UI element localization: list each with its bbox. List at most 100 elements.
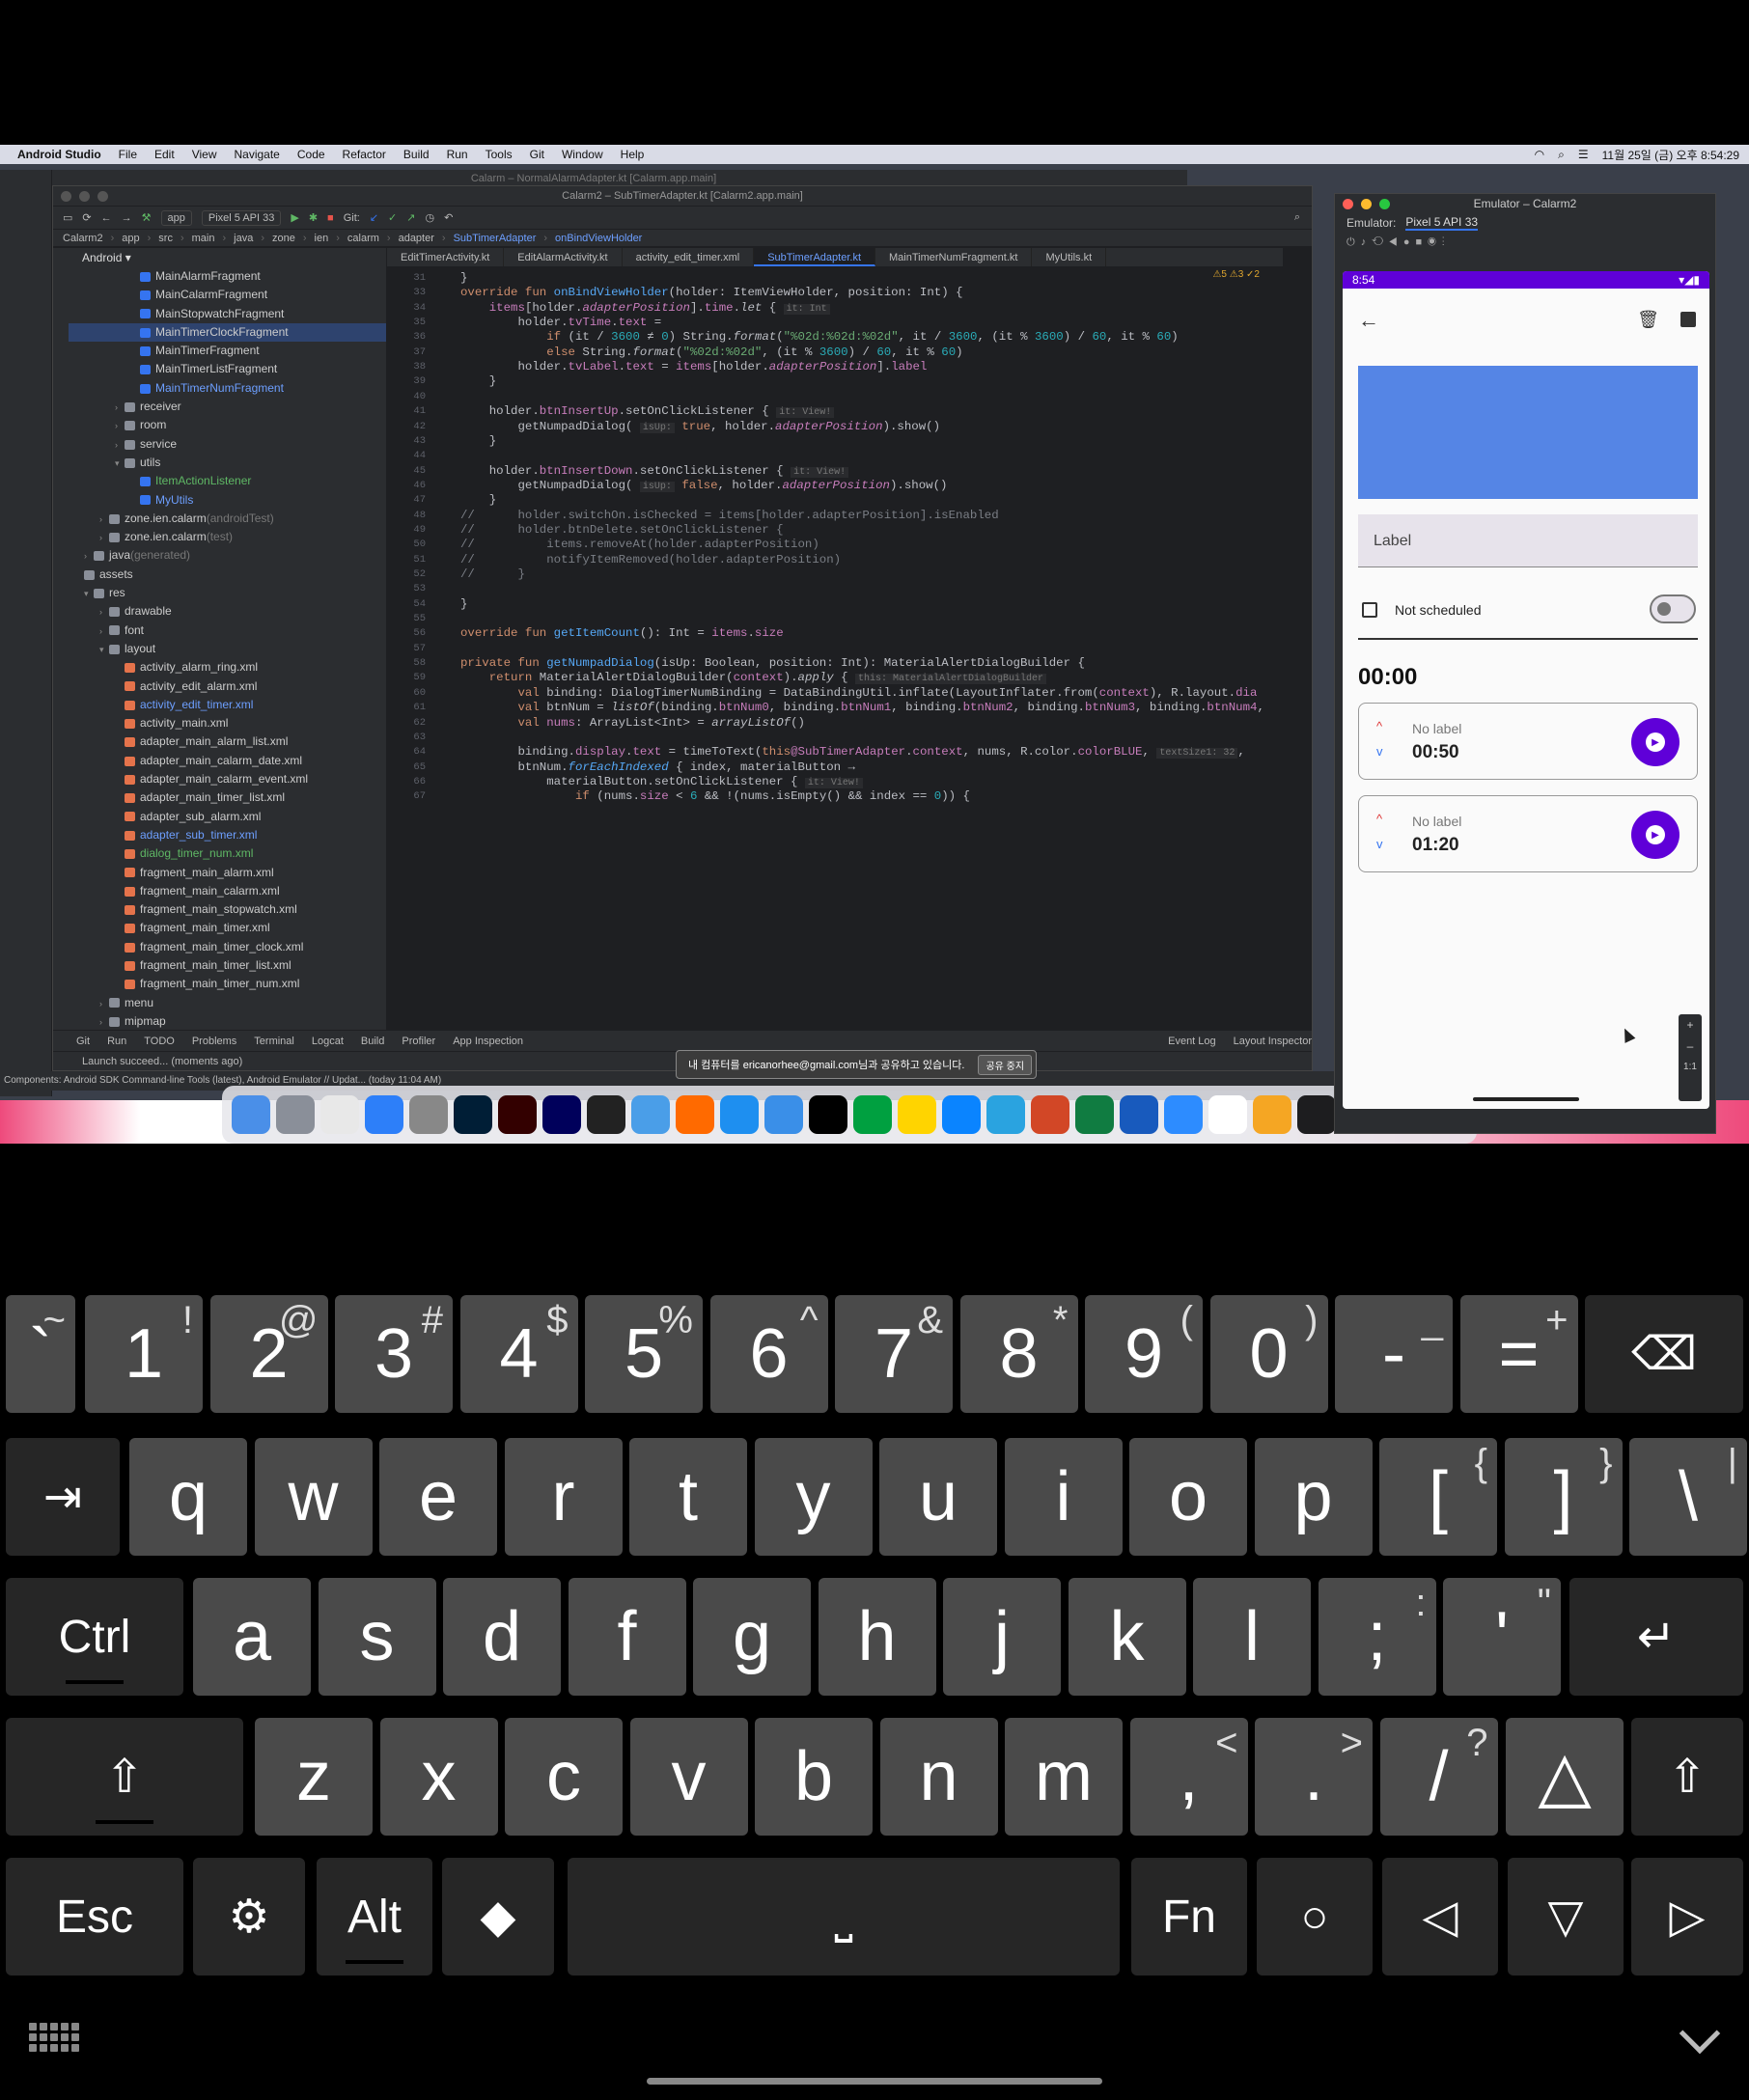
- dock-app-launchpad[interactable]: [276, 1095, 315, 1134]
- schedule-toggle[interactable]: [1650, 594, 1696, 623]
- tree-item[interactable]: MainAlarmFragment: [53, 267, 386, 286]
- tree-item[interactable]: adapter_main_timer_list.xml: [53, 788, 386, 807]
- key-][interactable]: ]}: [1504, 1438, 1623, 1556]
- tool-terminal[interactable]: Terminal: [254, 1036, 294, 1047]
- menu-build[interactable]: Build: [403, 148, 430, 161]
- save-icon[interactable]: ▭: [63, 211, 72, 224]
- tree-item[interactable]: › java(generated): [53, 546, 386, 565]
- close-icon[interactable]: [1343, 199, 1353, 209]
- tree-item[interactable]: › menu: [53, 994, 386, 1012]
- key-10-r3[interactable]: ' ": [1443, 1578, 1561, 1696]
- fn-key[interactable]: Fn: [1131, 1858, 1247, 1976]
- tab-edittimeractivity-kt[interactable]: EditTimerActivity.kt: [387, 248, 505, 266]
- tool-layout-inspector[interactable]: Layout Inspector: [1234, 1036, 1312, 1047]
- tree-item[interactable]: › zone.ien.calarm(androidTest): [53, 510, 386, 528]
- code-line[interactable]: items[holder.adapterPosition].time.let {…: [460, 301, 830, 315]
- tree-item[interactable]: activity_alarm_ring.xml: [53, 658, 386, 677]
- tree-item[interactable]: dialog_timer_num.xml: [53, 844, 386, 863]
- chevron-icon[interactable]: ▾: [115, 455, 125, 473]
- code-line[interactable]: }: [460, 434, 496, 448]
- tree-item[interactable]: ItemActionListener: [53, 472, 386, 490]
- control-center-icon[interactable]: ☰: [1578, 148, 1589, 161]
- chevron-icon[interactable]: ›: [99, 511, 109, 529]
- menu-code[interactable]: Code: [297, 148, 325, 161]
- code-line[interactable]: return MaterialAlertDialogBuilder(contex…: [460, 671, 1047, 685]
- build-hammer-icon[interactable]: ⚒: [142, 211, 152, 224]
- tree-item[interactable]: adapter_main_alarm_list.xml: [53, 732, 386, 751]
- tree-item[interactable]: fragment_main_timer.xml: [53, 919, 386, 937]
- chevron-icon[interactable]: ›: [99, 529, 109, 547]
- code-line[interactable]: private fun getNumpadDialog(isUp: Boolea…: [460, 656, 1085, 670]
- tree-item[interactable]: › zone.ien.calarm(test): [53, 528, 386, 546]
- maximize-icon[interactable]: [97, 191, 108, 202]
- chevron-icon[interactable]: ›: [115, 436, 125, 455]
- code-line[interactable]: // }: [460, 567, 525, 581]
- chevron-icon[interactable]: ▾: [84, 585, 94, 603]
- key-6-r4[interactable]: m: [1005, 1718, 1123, 1836]
- code-line[interactable]: // items.removeAt(holder.adapterPosition…: [460, 538, 819, 551]
- code-line[interactable]: else String.format("%02d:%02d", (it % 36…: [460, 345, 962, 359]
- menubar-datetime[interactable]: 11월 25일 (금) 오후 8:54:29: [1602, 147, 1739, 163]
- code-line[interactable]: materialButton.setOnClickListener { it: …: [460, 775, 863, 788]
- sync-icon[interactable]: ⟳: [82, 211, 91, 224]
- dock-app-notion[interactable]: [1208, 1095, 1247, 1134]
- down-arrow-key[interactable]: ▽: [1508, 1858, 1624, 1976]
- tree-item[interactable]: › receiver: [53, 398, 386, 416]
- maximize-icon[interactable]: [1379, 199, 1390, 209]
- code-line[interactable]: val nums: ArrayList<Int> = arrayListOf(): [460, 716, 805, 730]
- home-nav-icon[interactable]: ●: [1403, 236, 1416, 248]
- dock-app-terminal[interactable]: [587, 1095, 625, 1134]
- tree-item[interactable]: adapter_main_calarm_event.xml: [53, 770, 386, 788]
- overview-icon[interactable]: ■: [1415, 236, 1428, 248]
- rotate-icon[interactable]: ⟲: [1372, 236, 1389, 248]
- tree-item[interactable]: › mipmap: [53, 1012, 386, 1031]
- tree-item[interactable]: MainTimerListFragment: [53, 360, 386, 378]
- tree-item[interactable]: fragment_main_stopwatch.xml: [53, 900, 386, 919]
- key-7-r4[interactable]: , <: [1129, 1718, 1248, 1836]
- key-6[interactable]: 6 ^: [709, 1295, 828, 1413]
- menu-run[interactable]: Run: [447, 148, 468, 161]
- code-line[interactable]: }: [460, 493, 496, 507]
- history-icon[interactable]: ◷: [425, 211, 434, 224]
- tree-item[interactable]: fragment_main_alarm.xml: [53, 864, 386, 882]
- code-line[interactable]: btnNum.forEachIndexed { index, materialB…: [460, 760, 855, 774]
- code-line[interactable]: // holder.btnDelete.setOnClickListener {: [460, 523, 784, 537]
- tree-item[interactable]: › room: [53, 416, 386, 434]
- dock-app-zoom[interactable]: [1164, 1095, 1203, 1134]
- tree-item[interactable]: MainTimerFragment: [53, 342, 386, 360]
- tab-editalarmactivity-kt[interactable]: EditAlarmActivity.kt: [504, 248, 623, 266]
- breadcrumb-item[interactable]: calarm: [347, 233, 379, 244]
- breadcrumb-item[interactable]: onBindViewHolder: [555, 233, 642, 244]
- dock-app-ae[interactable]: [542, 1095, 581, 1134]
- tab-activity_edit_timer-xml[interactable]: activity_edit_timer.xml: [623, 248, 755, 266]
- tree-item[interactable]: MainTimerNumFragment: [53, 379, 386, 398]
- circle-key[interactable]: ○: [1257, 1858, 1373, 1976]
- tree-item[interactable]: MainTimerClockFragment: [53, 322, 386, 343]
- run-config-select[interactable]: app: [160, 209, 192, 226]
- breadcrumb-item[interactable]: Calarm2: [63, 233, 103, 244]
- stop-icon[interactable]: ■: [327, 212, 334, 224]
- back-arrow-icon[interactable]: ←: [1358, 308, 1379, 333]
- code-line[interactable]: }: [460, 597, 467, 611]
- code-line[interactable]: val btnNum = listOf(binding.btnNum0, bin…: [460, 701, 1264, 714]
- back-nav-icon[interactable]: ◀: [1389, 236, 1403, 248]
- key-0[interactable]: ` ~: [6, 1295, 75, 1413]
- tool-logcat[interactable]: Logcat: [312, 1036, 344, 1047]
- code-line[interactable]: holder.tvLabel.text = items[holder.adapt…: [460, 360, 927, 373]
- code-line[interactable]: getNumpadDialog( isUp: false, holder.ada…: [460, 479, 948, 492]
- meta-key[interactable]: ◆: [442, 1858, 554, 1976]
- menu-tools[interactable]: Tools: [486, 148, 513, 161]
- code-line[interactable]: holder.btnInsertDown.setOnClickListener …: [460, 464, 849, 478]
- up-arrow-key[interactable]: △: [1506, 1718, 1624, 1836]
- project-view-selector[interactable]: Android ▾: [53, 248, 386, 267]
- key-9[interactable]: 9(: [1085, 1295, 1203, 1413]
- camera-icon[interactable]: ◉: [1428, 236, 1442, 248]
- tab-maintimernumfragment-kt[interactable]: MainTimerNumFragment.kt: [875, 248, 1033, 266]
- key-q[interactable]: q: [129, 1438, 247, 1556]
- tab-myutils-kt[interactable]: MyUtils.kt: [1032, 248, 1107, 266]
- shift-left-key[interactable]: ⇧: [6, 1718, 243, 1836]
- key-8-r4[interactable]: . >: [1255, 1718, 1373, 1836]
- emulator-window[interactable]: Emulator – Calarm2 Emulator: Pixel 5 API…: [1334, 193, 1716, 1134]
- backspace-button[interactable]: ⌫: [1585, 1295, 1743, 1413]
- space-key[interactable]: ⎵: [568, 1858, 1120, 1976]
